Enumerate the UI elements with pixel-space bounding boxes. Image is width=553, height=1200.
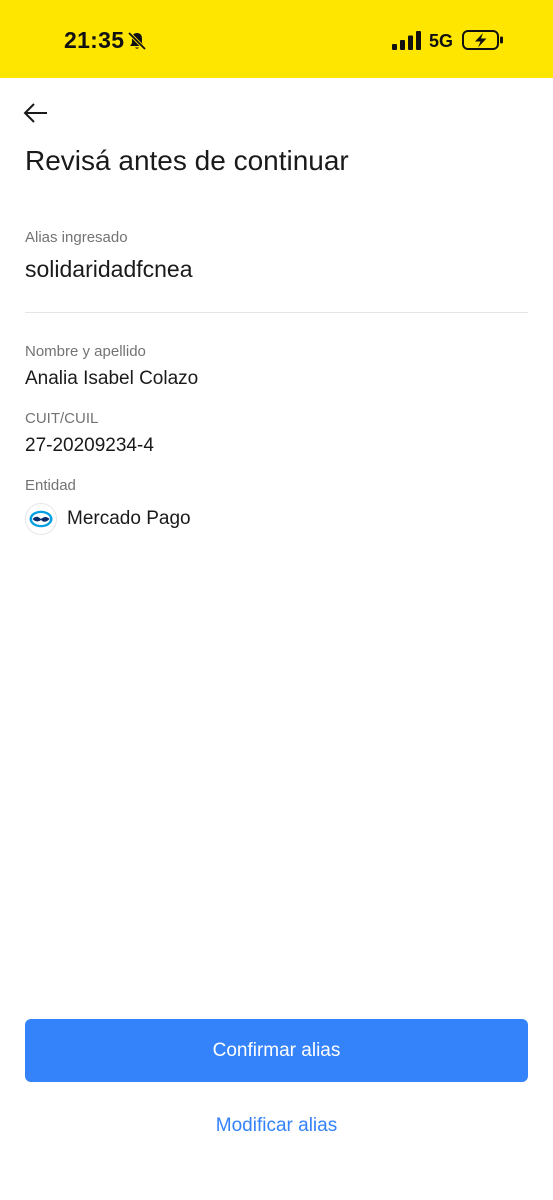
modify-alias-button[interactable]: Modificar alias <box>25 1105 528 1147</box>
page-title: Revisá antes de continuar <box>25 145 349 176</box>
divider <box>25 312 528 313</box>
signal-icon <box>392 31 421 50</box>
cuit-label: CUIT/CUIL <box>25 410 99 427</box>
entity-label: Entidad <box>25 477 76 494</box>
name-label: Nombre y apellido <box>25 343 146 360</box>
entity-row: Mercado Pago <box>25 503 191 535</box>
entity-value: Mercado Pago <box>67 508 191 529</box>
battery-charging-icon <box>462 30 503 50</box>
confirm-alias-button[interactable]: Confirmar alias <box>25 1019 528 1082</box>
status-bar: 21:35 5G <box>0 0 553 78</box>
network-label: 5G <box>429 31 454 51</box>
name-value: Analia Isabel Colazo <box>25 368 199 389</box>
cuit-value: 27-20209234-4 <box>25 435 154 456</box>
alias-value: solidaridadfcnea <box>25 256 193 282</box>
status-time: 21:35 <box>64 27 125 53</box>
mercado-pago-logo-icon <box>25 503 57 535</box>
bell-slash-icon <box>127 31 147 51</box>
arrow-left-icon[interactable] <box>22 100 50 126</box>
alias-label: Alias ingresado <box>25 229 128 246</box>
